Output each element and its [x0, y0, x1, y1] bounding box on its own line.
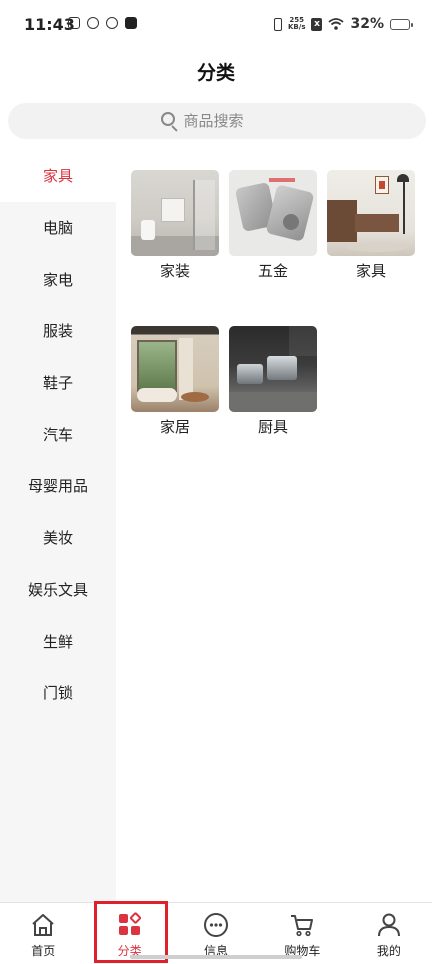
subcategory-furniture[interactable]: 家具 — [327, 170, 415, 281]
sidebar-item-door-locks[interactable]: 门锁 — [0, 667, 116, 719]
sidebar-item-shoes[interactable]: 鞋子 — [0, 357, 116, 409]
search-icon — [160, 112, 179, 132]
subcategory-home-living[interactable]: 家居 — [131, 326, 219, 437]
sidebar-item-fresh-food[interactable]: 生鲜 — [0, 615, 116, 667]
subcategory-label: 五金 — [257, 262, 288, 280]
subcategory-label: 家居 — [159, 418, 190, 436]
subcategory-grid: 家装 五金 家具 家居 厨具 — [131, 170, 421, 437]
sidebar-item-computer[interactable]: 电脑 — [0, 202, 116, 254]
subcategory-label: 家装 — [159, 262, 190, 280]
sidebar-item-cars[interactable]: 汽车 — [0, 408, 116, 460]
wifi-icon — [328, 18, 345, 30]
sidebar-item-beauty[interactable]: 美妆 — [0, 512, 116, 564]
nav-profile[interactable]: 我的 — [346, 903, 432, 964]
subcategory-label: 家具 — [355, 262, 386, 280]
battery-percent: 32% — [350, 16, 384, 32]
status-bar: 11:43 255 KB/s x 32% — [0, 0, 432, 50]
notification-icons — [68, 17, 137, 29]
sidebar-item-appliances[interactable]: 家电 — [0, 253, 116, 305]
profile-icon — [376, 912, 402, 938]
status-indicators: 255 KB/s x 32% — [274, 16, 413, 32]
nav-label: 首页 — [31, 944, 56, 958]
no-sim-icon: x — [311, 17, 323, 31]
battery-icon — [390, 18, 413, 30]
subcategory-home-decoration[interactable]: 家装 — [131, 170, 219, 281]
sidebar-item-clothing[interactable]: 服装 — [0, 305, 116, 357]
app-notification-icon — [87, 17, 99, 29]
category-sidebar: 家具 电脑 家电 服装 鞋子 汽车 母婴用品 美妆 娱乐文具 生鲜 门锁 — [0, 150, 116, 902]
search-input[interactable] — [183, 112, 274, 130]
subcategory-image — [229, 170, 317, 256]
message-icon — [203, 912, 229, 938]
vibrate-icon — [274, 17, 282, 31]
home-indicator — [130, 955, 302, 959]
sidebar-item-stationery[interactable]: 娱乐文具 — [0, 564, 116, 616]
subcategory-hardware[interactable]: 五金 — [229, 170, 317, 281]
subcategory-image — [131, 170, 219, 256]
alipay-notification-icon — [106, 17, 118, 29]
home-icon — [30, 912, 56, 938]
subcategory-image — [327, 170, 415, 256]
nav-label: 我的 — [376, 944, 401, 958]
sidebar-item-furniture[interactable]: 家具 — [0, 150, 116, 202]
page-title: 分类 — [196, 62, 235, 84]
category-icon — [117, 912, 143, 938]
nav-home[interactable]: 首页 — [0, 903, 86, 964]
network-speed: 255 KB/s — [288, 16, 306, 31]
subcategory-image — [229, 326, 317, 412]
tiktok-notification-icon — [125, 17, 137, 29]
subcategory-label: 厨具 — [257, 418, 288, 436]
sidebar-item-baby[interactable]: 母婴用品 — [0, 460, 116, 512]
subcategory-kitchenware[interactable]: 厨具 — [229, 326, 317, 437]
cart-icon — [289, 912, 315, 938]
calendar-notification-icon — [68, 17, 80, 29]
subcategory-image — [131, 326, 219, 412]
search-bar[interactable] — [8, 103, 426, 139]
